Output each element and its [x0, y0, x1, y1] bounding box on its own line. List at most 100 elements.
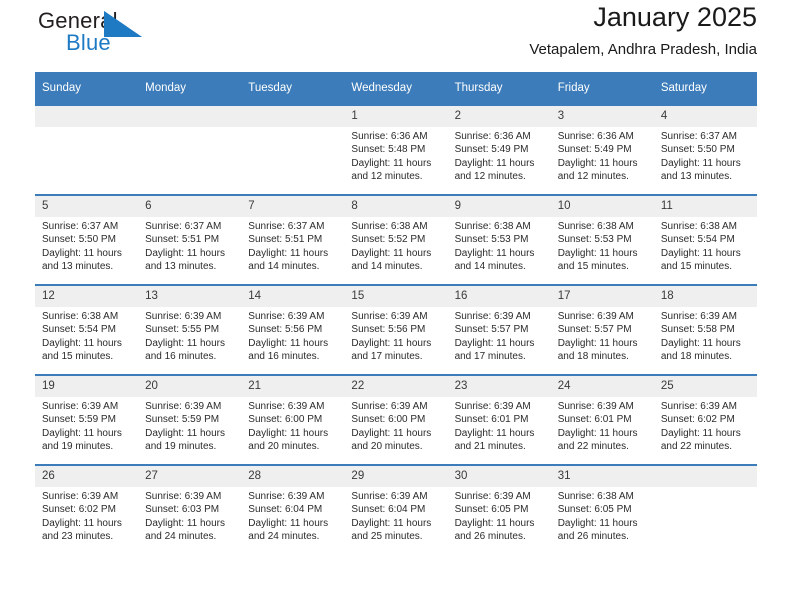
day-details	[138, 127, 241, 130]
detail-sunrise: Sunrise: 6:38 AM	[557, 491, 634, 502]
day-number: 27	[138, 466, 242, 487]
detail-sunset: Sunset: 5:53 PM	[454, 234, 529, 246]
detail-sunrise: Sunrise: 6:39 AM	[42, 401, 119, 412]
calendar-cell-empty	[653, 464, 757, 554]
calendar-day-cell[interactable]: 12 Sunrise: 6:38 AM Sunset: 5:54 PM Dayligh…	[35, 284, 139, 375]
calendar-header-row: Sunday Monday Tuesday Wednesday Thursday…	[35, 72, 757, 105]
day-cell-inner: 18 Sunrise: 6:39 AM Sunset: 5:58 PM Dayligh…	[653, 286, 757, 374]
day-number: 31	[550, 466, 654, 487]
calendar-day-cell[interactable]: 16 Sunrise: 6:39 AM Sunset: 5:57 PM Dayligh…	[447, 284, 551, 375]
calendar-day-cell[interactable]: 20 Sunrise: 6:39 AM Sunset: 5:59 PM Dayligh…	[138, 374, 242, 465]
calendar-day-cell[interactable]: 24 Sunrise: 6:39 AM Sunset: 6:01 PM Dayligh…	[550, 374, 654, 465]
detail-daylight-2: and 26 minutes.	[557, 531, 629, 543]
calendar-week-row: 12 Sunrise: 6:38 AM Sunset: 5:54 PM Dayligh…	[35, 284, 757, 375]
day-cell-inner	[138, 106, 242, 194]
calendar-day-cell[interactable]: 1 Sunrise: 6:36 AM Sunset: 5:48 PM Daylight…	[344, 104, 448, 195]
day-cell-inner: 14 Sunrise: 6:39 AM Sunset: 5:56 PM Dayligh…	[241, 286, 345, 374]
day-number: 18	[653, 286, 757, 307]
calendar-day-cell[interactable]: 6 Sunrise: 6:37 AM Sunset: 5:51 PM Daylight…	[138, 194, 242, 285]
calendar-day-cell[interactable]: 30 Sunrise: 6:39 AM Sunset: 6:05 PM Dayligh…	[447, 464, 551, 554]
weekday-header-sunday: Sunday	[35, 72, 139, 105]
calendar-day-cell[interactable]: 28 Sunrise: 6:39 AM Sunset: 6:04 PM Dayligh…	[241, 464, 345, 554]
detail-daylight-1: Daylight: 11 hours	[248, 517, 329, 529]
calendar-day-cell[interactable]: 17 Sunrise: 6:39 AM Sunset: 5:57 PM Dayligh…	[550, 284, 654, 375]
detail-daylight-2: and 12 minutes.	[351, 171, 423, 183]
day-number: 17	[550, 286, 654, 307]
detail-daylight-2: and 12 minutes.	[454, 171, 526, 183]
calendar-day-cell[interactable]: 4 Sunrise: 6:37 AM Sunset: 5:50 PM Daylight…	[653, 104, 757, 195]
detail-sunrise: Sunrise: 6:36 AM	[557, 131, 634, 142]
day-details: Sunrise: 6:37 AM Sunset: 5:51 PM Daylight:…	[138, 217, 241, 274]
weekday-header-saturday: Saturday	[653, 72, 757, 105]
day-number: 26	[35, 466, 139, 487]
day-cell-inner: 5 Sunrise: 6:37 AM Sunset: 5:50 PM Daylight…	[35, 196, 139, 284]
detail-daylight-2: and 14 minutes.	[248, 261, 320, 273]
detail-daylight-1: Daylight: 11 hours	[660, 247, 741, 259]
detail-daylight-1: Daylight: 11 hours	[351, 427, 432, 439]
calendar-day-cell[interactable]: 11 Sunrise: 6:38 AM Sunset: 5:54 PM Dayligh…	[653, 194, 757, 285]
calendar-day-cell[interactable]: 8 Sunrise: 6:38 AM Sunset: 5:52 PM Daylight…	[344, 194, 448, 285]
calendar-day-cell[interactable]: 25 Sunrise: 6:39 AM Sunset: 6:02 PM Dayligh…	[653, 374, 757, 465]
day-details: Sunrise: 6:37 AM Sunset: 5:51 PM Daylight:…	[241, 217, 344, 274]
day-cell-inner: 9 Sunrise: 6:38 AM Sunset: 5:53 PM Daylight…	[447, 196, 551, 284]
calendar-day-cell[interactable]: 9 Sunrise: 6:38 AM Sunset: 5:53 PM Daylight…	[447, 194, 551, 285]
calendar-day-cell[interactable]: 3 Sunrise: 6:36 AM Sunset: 5:49 PM Daylight…	[550, 104, 654, 195]
calendar-day-cell[interactable]: 22 Sunrise: 6:39 AM Sunset: 6:00 PM Dayligh…	[344, 374, 448, 465]
day-details: Sunrise: 6:36 AM Sunset: 5:48 PM Daylight:…	[344, 127, 447, 184]
calendar-day-cell[interactable]: 13 Sunrise: 6:39 AM Sunset: 5:55 PM Dayligh…	[138, 284, 242, 375]
detail-daylight-2: and 20 minutes.	[351, 441, 423, 453]
detail-sunset: Sunset: 6:04 PM	[351, 504, 426, 516]
calendar-day-cell[interactable]: 14 Sunrise: 6:39 AM Sunset: 5:56 PM Dayligh…	[241, 284, 345, 375]
detail-daylight-2: and 22 minutes.	[557, 441, 629, 453]
day-details: Sunrise: 6:38 AM Sunset: 5:52 PM Daylight:…	[344, 217, 447, 274]
day-cell-inner: 21 Sunrise: 6:39 AM Sunset: 6:00 PM Dayligh…	[241, 376, 345, 464]
detail-sunset: Sunset: 6:00 PM	[248, 414, 323, 426]
day-number: 6	[138, 196, 242, 217]
detail-daylight-1: Daylight: 11 hours	[351, 247, 432, 259]
detail-daylight-2: and 17 minutes.	[454, 351, 526, 363]
day-details: Sunrise: 6:39 AM Sunset: 6:04 PM Daylight:…	[241, 487, 344, 544]
day-details: Sunrise: 6:39 AM Sunset: 5:57 PM Daylight:…	[448, 307, 551, 364]
day-cell-inner: 16 Sunrise: 6:39 AM Sunset: 5:57 PM Dayligh…	[447, 286, 551, 374]
detail-sunrise: Sunrise: 6:39 AM	[454, 311, 531, 322]
detail-daylight-1: Daylight: 11 hours	[660, 157, 741, 169]
page-header: General Blue January 2025 Vetapalem, And…	[35, 0, 757, 72]
calendar-day-cell[interactable]: 26 Sunrise: 6:39 AM Sunset: 6:02 PM Dayligh…	[35, 464, 139, 554]
page-title: January 2025	[593, 2, 757, 32]
calendar-day-cell[interactable]: 2 Sunrise: 6:36 AM Sunset: 5:49 PM Daylight…	[447, 104, 551, 195]
day-details: Sunrise: 6:39 AM Sunset: 5:57 PM Daylight:…	[551, 307, 654, 364]
detail-sunrise: Sunrise: 6:39 AM	[42, 491, 119, 502]
calendar-day-cell[interactable]: 27 Sunrise: 6:39 AM Sunset: 6:03 PM Dayligh…	[138, 464, 242, 554]
calendar-day-cell[interactable]: 18 Sunrise: 6:39 AM Sunset: 5:58 PM Dayligh…	[653, 284, 757, 375]
detail-sunset: Sunset: 5:54 PM	[42, 324, 116, 336]
calendar-week-row: 5 Sunrise: 6:37 AM Sunset: 5:50 PM Daylight…	[35, 194, 757, 285]
calendar-day-cell[interactable]: 21 Sunrise: 6:39 AM Sunset: 6:00 PM Dayligh…	[241, 374, 345, 465]
detail-daylight-2: and 24 minutes.	[145, 531, 217, 543]
detail-daylight-1: Daylight: 11 hours	[660, 427, 741, 439]
detail-daylight-1: Daylight: 11 hours	[557, 337, 638, 349]
detail-daylight-1: Daylight: 11 hours	[145, 427, 225, 439]
calendar-day-cell[interactable]: 19 Sunrise: 6:39 AM Sunset: 5:59 PM Dayligh…	[35, 374, 139, 465]
day-details: Sunrise: 6:39 AM Sunset: 6:01 PM Daylight:…	[448, 397, 551, 454]
day-cell-inner: 24 Sunrise: 6:39 AM Sunset: 6:01 PM Dayligh…	[550, 376, 654, 464]
calendar-day-cell[interactable]: 31 Sunrise: 6:38 AM Sunset: 6:05 PM Dayligh…	[550, 464, 654, 554]
general-blue-logo[interactable]: General Blue	[38, 8, 218, 64]
calendar-day-cell[interactable]: 15 Sunrise: 6:39 AM Sunset: 5:56 PM Dayligh…	[344, 284, 448, 375]
detail-daylight-2: and 12 minutes.	[557, 171, 629, 183]
calendar-day-cell[interactable]: 7 Sunrise: 6:37 AM Sunset: 5:51 PM Daylight…	[241, 194, 345, 285]
day-cell-inner: 23 Sunrise: 6:39 AM Sunset: 6:01 PM Dayligh…	[447, 376, 551, 464]
detail-daylight-1: Daylight: 11 hours	[42, 517, 122, 529]
calendar-day-cell[interactable]: 29 Sunrise: 6:39 AM Sunset: 6:04 PM Dayligh…	[344, 464, 448, 554]
detail-sunrise: Sunrise: 6:38 AM	[42, 311, 119, 322]
detail-daylight-2: and 13 minutes.	[42, 261, 114, 273]
detail-daylight-1: Daylight: 11 hours	[454, 157, 535, 169]
detail-sunset: Sunset: 5:56 PM	[351, 324, 426, 336]
day-number	[653, 466, 757, 487]
calendar-day-cell[interactable]: 10 Sunrise: 6:38 AM Sunset: 5:53 PM Dayligh…	[550, 194, 654, 285]
detail-sunrise: Sunrise: 6:39 AM	[660, 401, 737, 412]
detail-sunset: Sunset: 5:49 PM	[454, 144, 529, 156]
day-details: Sunrise: 6:39 AM Sunset: 5:59 PM Daylight:…	[138, 397, 241, 454]
calendar-day-cell[interactable]: 23 Sunrise: 6:39 AM Sunset: 6:01 PM Dayligh…	[447, 374, 551, 465]
day-cell-inner: 4 Sunrise: 6:37 AM Sunset: 5:50 PM Daylight…	[653, 106, 757, 194]
calendar-day-cell[interactable]: 5 Sunrise: 6:37 AM Sunset: 5:50 PM Daylight…	[35, 194, 139, 285]
